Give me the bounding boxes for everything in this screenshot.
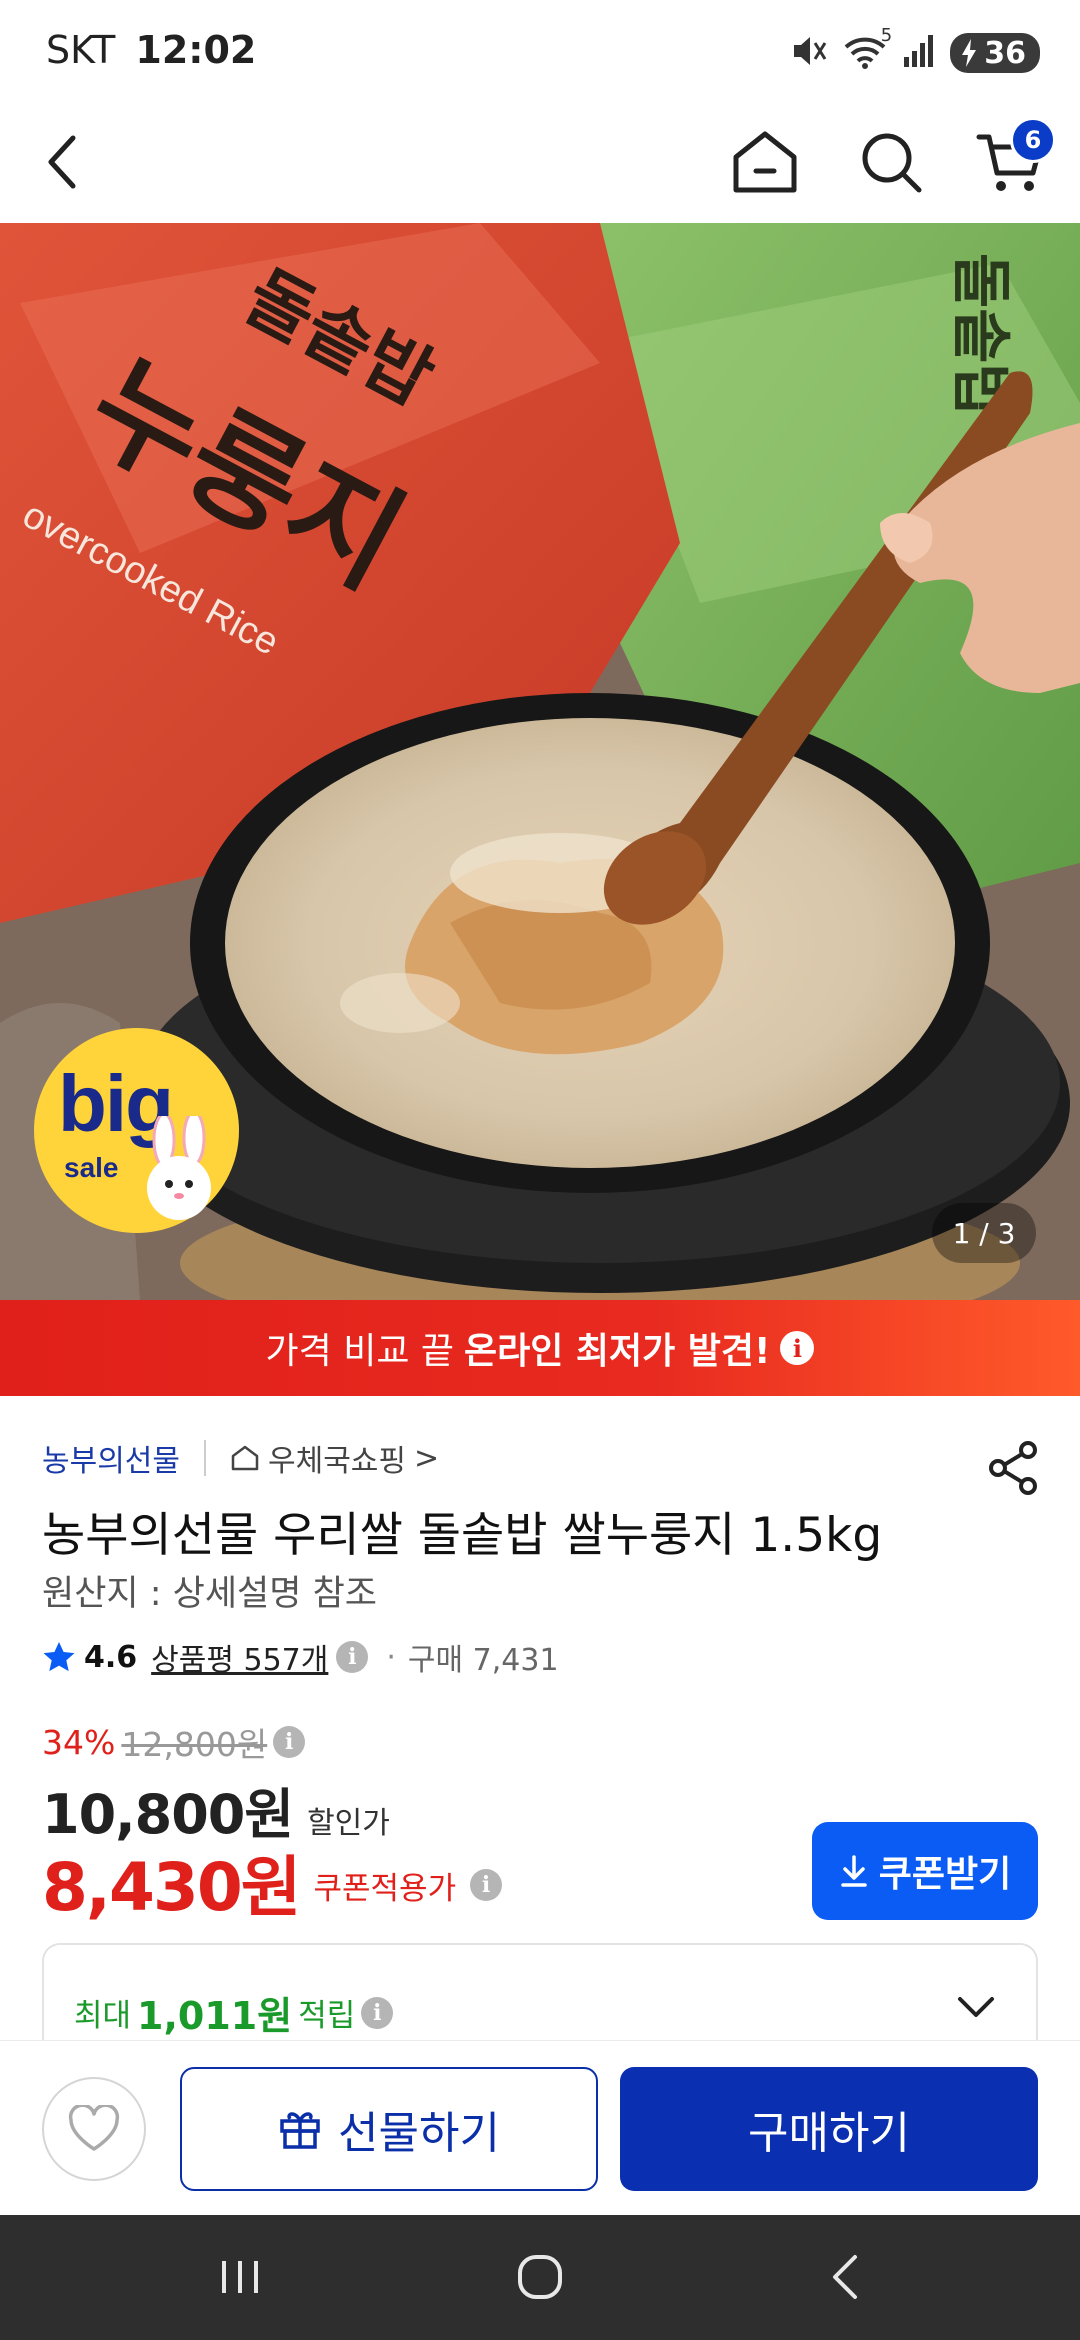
seller-link[interactable]: 농부의선물	[42, 1436, 180, 1480]
cart-count-badge: 6	[1010, 117, 1056, 163]
rating-score: 4.6	[84, 1639, 138, 1675]
coupon-price: 8,430원	[42, 1849, 301, 1926]
back-chevron-icon	[833, 2255, 857, 2299]
info-icon[interactable]: i	[470, 1869, 503, 1901]
chevron-down-icon	[958, 1997, 994, 2017]
big-sale-badge-sale: sale	[64, 1152, 119, 1183]
carrier-label: SKT	[46, 28, 116, 72]
mute-icon	[788, 31, 828, 75]
points-suffix: 적립	[298, 1998, 356, 2034]
info-icon[interactable]: i	[780, 1331, 815, 1365]
cart-button[interactable]: 6	[966, 117, 1056, 207]
search-icon	[862, 133, 922, 193]
top-navigation-bar: 6	[0, 105, 1080, 223]
signal-icon	[902, 33, 936, 73]
back-button[interactable]	[18, 117, 108, 207]
home-circle-icon	[518, 2255, 562, 2299]
rating-row: 4.6 상품평 557개 i · 구매 7,431	[42, 1636, 559, 1678]
status-carrier-time: SKT 12:02	[46, 28, 256, 72]
store-home-icon	[231, 1445, 259, 1471]
buy-button-label: 구매하기	[748, 2108, 910, 2159]
lowest-price-banner[interactable]: 가격 비교 끝 온라인 최저가 발견! i	[0, 1300, 1080, 1396]
product-origin: 원산지 : 상세설명 참조	[42, 1574, 377, 1614]
info-icon[interactable]: i	[361, 1996, 394, 2029]
info-icon[interactable]: i	[273, 1726, 306, 1758]
heart-icon	[68, 2105, 120, 2151]
get-coupon-button[interactable]: 쿠폰받기	[812, 1822, 1038, 1920]
promo-highlight: 온라인 최저가 발견!	[464, 1331, 771, 1372]
star-icon	[43, 1642, 75, 1672]
original-price: 12,800원	[121, 1725, 268, 1764]
recent-apps-button[interactable]	[200, 2245, 280, 2309]
mall-name: 우체국쇼핑	[268, 1444, 406, 1479]
wifi-icon: 5	[842, 25, 892, 75]
get-coupon-label: 쿠폰받기	[878, 1854, 1012, 1895]
product-image-carousel[interactable]: 돌솥밥 누룽지 overcooked Rice 돌솥밥 big sale 1 /…	[0, 223, 1080, 1300]
promo-text: 가격 비교 끝	[265, 1331, 455, 1372]
status-icons: 5 36	[788, 25, 1040, 78]
points-amount: 1,011원	[137, 1994, 293, 2038]
download-icon	[841, 1855, 867, 1887]
points-prefix: 최대	[74, 1998, 132, 2034]
gift-button-label: 선물하기	[338, 2108, 500, 2159]
gift-button[interactable]: 선물하기	[180, 2067, 598, 2191]
coupon-price-row: 8,430원 쿠폰적용가 i	[42, 1844, 503, 1926]
android-navigation-bar	[0, 2215, 1080, 2340]
discount-row: 34% 12,800원 i	[42, 1722, 306, 1764]
sale-price-row: 10,800원 할인가	[42, 1770, 390, 1846]
recent-apps-icon	[222, 2261, 258, 2293]
mall-link[interactable]: 우체국쇼핑 >	[230, 1436, 439, 1480]
info-icon[interactable]: i	[336, 1641, 369, 1673]
gift-icon	[280, 2112, 320, 2149]
seller-row: 농부의선물 우체국쇼핑 >	[42, 1436, 439, 1480]
home-system-button[interactable]	[500, 2245, 580, 2309]
clock: 12:02	[135, 28, 257, 72]
share-icon	[989, 1441, 1037, 1495]
separator-dot: ·	[386, 1639, 396, 1675]
product-title: 농부의선물 우리쌀 돌솥밥 쌀누룽지 1.5kg	[42, 1508, 883, 1563]
search-button[interactable]	[846, 117, 936, 207]
sale-price-label: 할인가	[307, 1806, 390, 1841]
bottom-action-bar: 선물하기 구매하기	[0, 2040, 1080, 2215]
purchase-count: 구매 7,431	[407, 1643, 559, 1678]
bunny-icon	[147, 1116, 211, 1220]
points-text: 최대 1,011원 적립 i	[74, 1985, 394, 2040]
divider	[204, 1440, 206, 1476]
status-bar: SKT 12:02 5 36	[0, 0, 1080, 105]
back-arrow-icon	[48, 135, 76, 189]
discount-percent: 34%	[42, 1722, 116, 1762]
coupon-price-label: 쿠폰적용가	[313, 1870, 457, 1907]
wishlist-button[interactable]	[42, 2077, 146, 2181]
back-system-button[interactable]	[805, 2245, 885, 2309]
home-icon	[733, 131, 797, 193]
home-button[interactable]	[720, 117, 810, 207]
battery-level: 36	[984, 35, 1026, 71]
big-sale-badge: big sale	[34, 1028, 239, 1233]
chevron-right-icon: >	[414, 1440, 440, 1476]
buy-button[interactable]: 구매하기	[620, 2067, 1038, 2191]
review-count-link[interactable]: 상품평 557개	[151, 1635, 328, 1679]
wifi-band-label: 5	[880, 25, 893, 46]
battery-indicator: 36	[950, 33, 1040, 73]
share-button[interactable]	[984, 1438, 1044, 1498]
image-pager: 1 / 3	[932, 1203, 1036, 1263]
charging-icon	[962, 39, 977, 67]
